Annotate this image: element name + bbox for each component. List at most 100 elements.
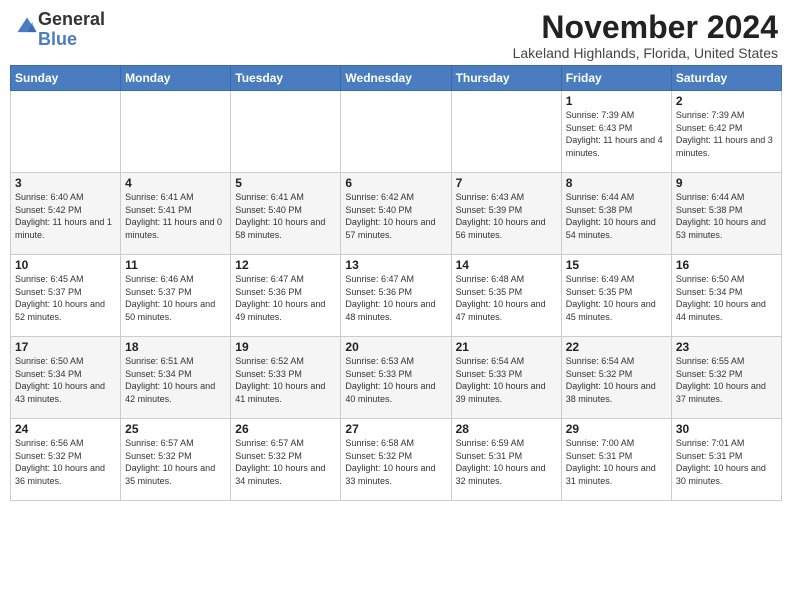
calendar-cell: 21Sunrise: 6:54 AM Sunset: 5:33 PM Dayli… <box>451 337 561 419</box>
logo: General Blue <box>14 10 105 50</box>
calendar-cell: 15Sunrise: 6:49 AM Sunset: 5:35 PM Dayli… <box>561 255 671 337</box>
day-number: 15 <box>566 258 667 272</box>
calendar-cell: 16Sunrise: 6:50 AM Sunset: 5:34 PM Dayli… <box>671 255 781 337</box>
day-info: Sunrise: 6:56 AM Sunset: 5:32 PM Dayligh… <box>15 437 116 487</box>
day-info: Sunrise: 6:52 AM Sunset: 5:33 PM Dayligh… <box>235 355 336 405</box>
col-header-monday: Monday <box>121 66 231 91</box>
calendar-table: SundayMondayTuesdayWednesdayThursdayFrid… <box>10 65 782 501</box>
calendar-cell: 1Sunrise: 7:39 AM Sunset: 6:43 PM Daylig… <box>561 91 671 173</box>
calendar-cell: 24Sunrise: 6:56 AM Sunset: 5:32 PM Dayli… <box>11 419 121 501</box>
logo-icon <box>16 16 38 38</box>
day-number: 18 <box>125 340 226 354</box>
calendar-cell: 3Sunrise: 6:40 AM Sunset: 5:42 PM Daylig… <box>11 173 121 255</box>
day-info: Sunrise: 7:39 AM Sunset: 6:43 PM Dayligh… <box>566 109 667 159</box>
day-info: Sunrise: 6:55 AM Sunset: 5:32 PM Dayligh… <box>676 355 777 405</box>
logo-blue: Blue <box>38 29 77 49</box>
day-number: 16 <box>676 258 777 272</box>
day-number: 10 <box>15 258 116 272</box>
calendar-cell: 17Sunrise: 6:50 AM Sunset: 5:34 PM Dayli… <box>11 337 121 419</box>
day-number: 5 <box>235 176 336 190</box>
title-block: November 2024 Lakeland Highlands, Florid… <box>513 10 778 61</box>
calendar-cell <box>231 91 341 173</box>
day-number: 12 <box>235 258 336 272</box>
day-info: Sunrise: 6:57 AM Sunset: 5:32 PM Dayligh… <box>125 437 226 487</box>
day-info: Sunrise: 6:45 AM Sunset: 5:37 PM Dayligh… <box>15 273 116 323</box>
calendar-cell: 18Sunrise: 6:51 AM Sunset: 5:34 PM Dayli… <box>121 337 231 419</box>
day-number: 3 <box>15 176 116 190</box>
day-info: Sunrise: 6:49 AM Sunset: 5:35 PM Dayligh… <box>566 273 667 323</box>
day-number: 22 <box>566 340 667 354</box>
day-number: 24 <box>15 422 116 436</box>
day-number: 4 <box>125 176 226 190</box>
calendar-cell: 8Sunrise: 6:44 AM Sunset: 5:38 PM Daylig… <box>561 173 671 255</box>
calendar-week-1: 1Sunrise: 7:39 AM Sunset: 6:43 PM Daylig… <box>11 91 782 173</box>
col-header-thursday: Thursday <box>451 66 561 91</box>
day-info: Sunrise: 6:57 AM Sunset: 5:32 PM Dayligh… <box>235 437 336 487</box>
day-number: 1 <box>566 94 667 108</box>
day-info: Sunrise: 6:50 AM Sunset: 5:34 PM Dayligh… <box>15 355 116 405</box>
day-info: Sunrise: 6:46 AM Sunset: 5:37 PM Dayligh… <box>125 273 226 323</box>
day-info: Sunrise: 6:48 AM Sunset: 5:35 PM Dayligh… <box>456 273 557 323</box>
calendar-cell <box>11 91 121 173</box>
calendar-cell: 26Sunrise: 6:57 AM Sunset: 5:32 PM Dayli… <box>231 419 341 501</box>
calendar-cell: 6Sunrise: 6:42 AM Sunset: 5:40 PM Daylig… <box>341 173 451 255</box>
calendar-cell <box>451 91 561 173</box>
day-number: 9 <box>676 176 777 190</box>
day-number: 26 <box>235 422 336 436</box>
calendar-cell: 29Sunrise: 7:00 AM Sunset: 5:31 PM Dayli… <box>561 419 671 501</box>
day-number: 21 <box>456 340 557 354</box>
calendar-cell: 14Sunrise: 6:48 AM Sunset: 5:35 PM Dayli… <box>451 255 561 337</box>
day-number: 2 <box>676 94 777 108</box>
calendar-cell: 2Sunrise: 7:39 AM Sunset: 6:42 PM Daylig… <box>671 91 781 173</box>
day-info: Sunrise: 6:53 AM Sunset: 5:33 PM Dayligh… <box>345 355 446 405</box>
calendar-cell: 30Sunrise: 7:01 AM Sunset: 5:31 PM Dayli… <box>671 419 781 501</box>
calendar-week-5: 24Sunrise: 6:56 AM Sunset: 5:32 PM Dayli… <box>11 419 782 501</box>
day-info: Sunrise: 6:41 AM Sunset: 5:40 PM Dayligh… <box>235 191 336 241</box>
day-info: Sunrise: 6:42 AM Sunset: 5:40 PM Dayligh… <box>345 191 446 241</box>
calendar-cell: 22Sunrise: 6:54 AM Sunset: 5:32 PM Dayli… <box>561 337 671 419</box>
calendar-cell: 10Sunrise: 6:45 AM Sunset: 5:37 PM Dayli… <box>11 255 121 337</box>
day-number: 8 <box>566 176 667 190</box>
day-info: Sunrise: 6:54 AM Sunset: 5:32 PM Dayligh… <box>566 355 667 405</box>
col-header-tuesday: Tuesday <box>231 66 341 91</box>
col-header-saturday: Saturday <box>671 66 781 91</box>
calendar-cell <box>121 91 231 173</box>
calendar-cell <box>341 91 451 173</box>
day-number: 27 <box>345 422 446 436</box>
day-number: 30 <box>676 422 777 436</box>
day-info: Sunrise: 6:51 AM Sunset: 5:34 PM Dayligh… <box>125 355 226 405</box>
day-number: 6 <box>345 176 446 190</box>
location-subtitle: Lakeland Highlands, Florida, United Stat… <box>513 45 778 61</box>
calendar-week-4: 17Sunrise: 6:50 AM Sunset: 5:34 PM Dayli… <box>11 337 782 419</box>
day-info: Sunrise: 6:47 AM Sunset: 5:36 PM Dayligh… <box>235 273 336 323</box>
day-number: 29 <box>566 422 667 436</box>
col-header-wednesday: Wednesday <box>341 66 451 91</box>
day-info: Sunrise: 6:43 AM Sunset: 5:39 PM Dayligh… <box>456 191 557 241</box>
calendar-cell: 9Sunrise: 6:44 AM Sunset: 5:38 PM Daylig… <box>671 173 781 255</box>
calendar-cell: 23Sunrise: 6:55 AM Sunset: 5:32 PM Dayli… <box>671 337 781 419</box>
day-number: 7 <box>456 176 557 190</box>
calendar-header-row: SundayMondayTuesdayWednesdayThursdayFrid… <box>11 66 782 91</box>
day-number: 20 <box>345 340 446 354</box>
day-number: 11 <box>125 258 226 272</box>
day-info: Sunrise: 6:58 AM Sunset: 5:32 PM Dayligh… <box>345 437 446 487</box>
calendar-cell: 20Sunrise: 6:53 AM Sunset: 5:33 PM Dayli… <box>341 337 451 419</box>
page-header: General Blue November 2024 Lakeland High… <box>10 10 782 61</box>
col-header-sunday: Sunday <box>11 66 121 91</box>
col-header-friday: Friday <box>561 66 671 91</box>
calendar-cell: 12Sunrise: 6:47 AM Sunset: 5:36 PM Dayli… <box>231 255 341 337</box>
calendar-cell: 7Sunrise: 6:43 AM Sunset: 5:39 PM Daylig… <box>451 173 561 255</box>
day-info: Sunrise: 6:44 AM Sunset: 5:38 PM Dayligh… <box>566 191 667 241</box>
calendar-cell: 28Sunrise: 6:59 AM Sunset: 5:31 PM Dayli… <box>451 419 561 501</box>
day-info: Sunrise: 6:50 AM Sunset: 5:34 PM Dayligh… <box>676 273 777 323</box>
day-info: Sunrise: 6:41 AM Sunset: 5:41 PM Dayligh… <box>125 191 226 241</box>
calendar-cell: 13Sunrise: 6:47 AM Sunset: 5:36 PM Dayli… <box>341 255 451 337</box>
day-info: Sunrise: 7:00 AM Sunset: 5:31 PM Dayligh… <box>566 437 667 487</box>
day-number: 28 <box>456 422 557 436</box>
calendar-week-3: 10Sunrise: 6:45 AM Sunset: 5:37 PM Dayli… <box>11 255 782 337</box>
day-info: Sunrise: 6:59 AM Sunset: 5:31 PM Dayligh… <box>456 437 557 487</box>
calendar-cell: 5Sunrise: 6:41 AM Sunset: 5:40 PM Daylig… <box>231 173 341 255</box>
day-info: Sunrise: 7:01 AM Sunset: 5:31 PM Dayligh… <box>676 437 777 487</box>
calendar-cell: 4Sunrise: 6:41 AM Sunset: 5:41 PM Daylig… <box>121 173 231 255</box>
day-info: Sunrise: 6:47 AM Sunset: 5:36 PM Dayligh… <box>345 273 446 323</box>
